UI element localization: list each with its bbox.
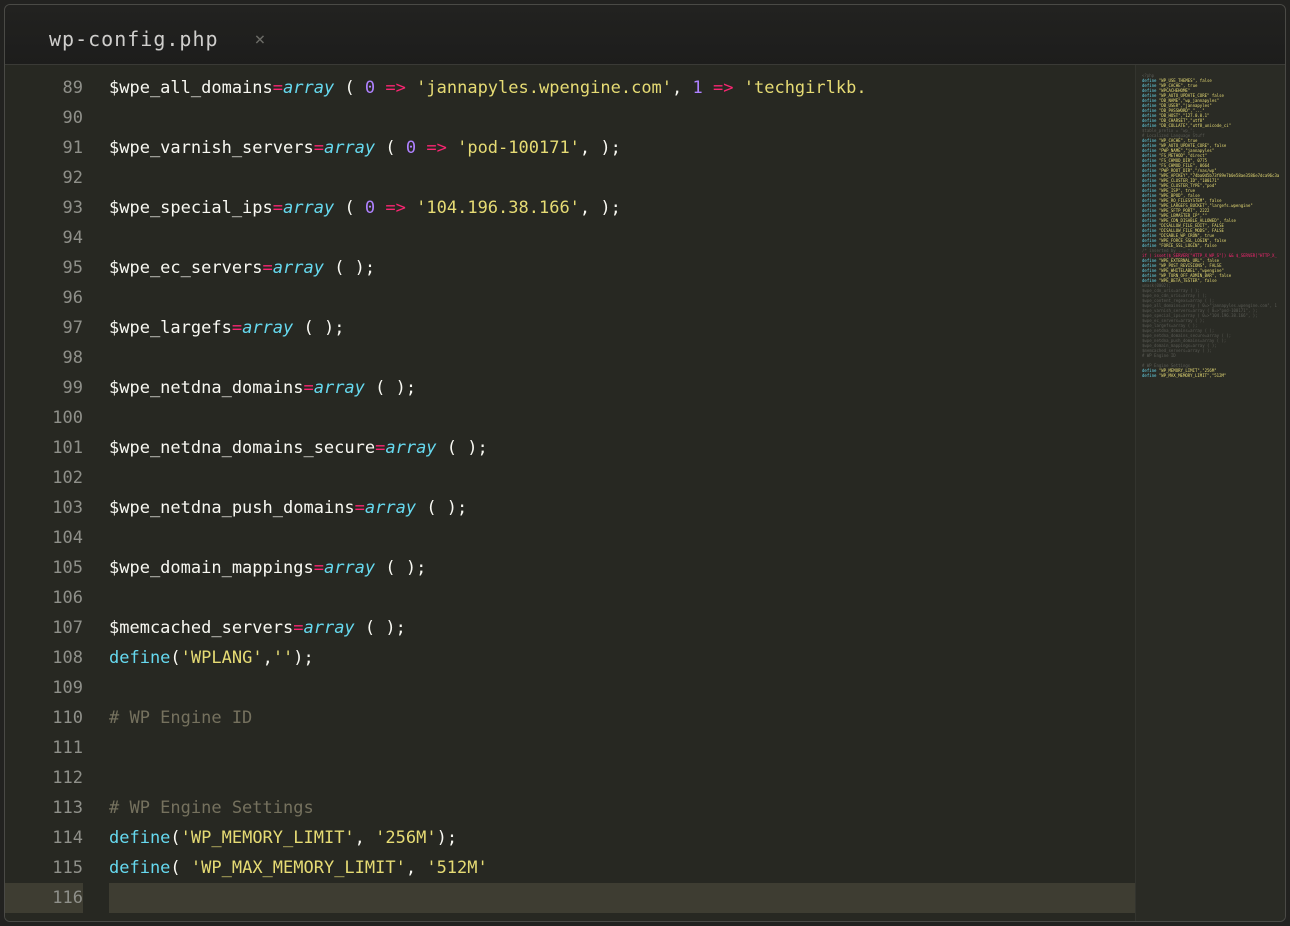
line-number: 90 xyxy=(5,103,83,133)
editor-main: 8990919293949596979899100101102103104105… xyxy=(5,65,1285,921)
code-area[interactable]: $wpe_all_domains=array ( 0 => 'jannapyle… xyxy=(91,65,1135,921)
line-number-gutter: 8990919293949596979899100101102103104105… xyxy=(5,65,91,921)
line-number: 97 xyxy=(5,313,83,343)
code-line xyxy=(109,103,1135,133)
line-number: 96 xyxy=(5,283,83,313)
tab-title: wp-config.php xyxy=(49,27,219,51)
line-number: 102 xyxy=(5,463,83,493)
line-number: 112 xyxy=(5,763,83,793)
code-line xyxy=(109,463,1135,493)
line-number: 105 xyxy=(5,553,83,583)
code-line: # WP Engine ID xyxy=(109,703,1135,733)
line-number: 113 xyxy=(5,793,83,823)
code-line: $wpe_largefs=array ( ); xyxy=(109,313,1135,343)
code-line: $wpe_special_ips=array ( 0 => '104.196.3… xyxy=(109,193,1135,223)
code-line xyxy=(109,403,1135,433)
code-line: define('WP_MEMORY_LIMIT', '256M'); xyxy=(109,823,1135,853)
code-line xyxy=(109,583,1135,613)
code-line xyxy=(109,733,1135,763)
line-number: 100 xyxy=(5,403,83,433)
line-number: 89 xyxy=(5,73,83,103)
line-number: 111 xyxy=(5,733,83,763)
line-number: 91 xyxy=(5,133,83,163)
line-number: 104 xyxy=(5,523,83,553)
file-tab[interactable]: wp-config.php × xyxy=(23,14,314,64)
code-line xyxy=(109,343,1135,373)
code-line: # WP Engine Settings xyxy=(109,793,1135,823)
line-number: 110 xyxy=(5,703,83,733)
code-line: $wpe_varnish_servers=array ( 0 => 'pod-1… xyxy=(109,133,1135,163)
code-line xyxy=(109,283,1135,313)
code-line xyxy=(109,673,1135,703)
code-line: $wpe_domain_mappings=array ( ); xyxy=(109,553,1135,583)
code-line xyxy=(109,763,1135,793)
line-number: 109 xyxy=(5,673,83,703)
line-number: 94 xyxy=(5,223,83,253)
code-line xyxy=(109,223,1135,253)
line-number: 116 xyxy=(5,883,83,913)
minimap[interactable]: <?php define "WP_USE_THEMES", false defi… xyxy=(1135,65,1285,921)
line-number: 115 xyxy=(5,853,83,883)
code-line xyxy=(109,523,1135,553)
line-number: 106 xyxy=(5,583,83,613)
code-line: $wpe_all_domains=array ( 0 => 'jannapyle… xyxy=(109,73,1135,103)
code-line xyxy=(109,163,1135,193)
line-number: 99 xyxy=(5,373,83,403)
line-number: 92 xyxy=(5,163,83,193)
editor-window: wp-config.php × 899091929394959697989910… xyxy=(4,4,1286,922)
code-line: $wpe_netdna_push_domains=array ( ); xyxy=(109,493,1135,523)
tab-bar: wp-config.php × xyxy=(5,5,1285,65)
code-line: $memcached_servers=array ( ); xyxy=(109,613,1135,643)
code-line: $wpe_ec_servers=array ( ); xyxy=(109,253,1135,283)
line-number: 93 xyxy=(5,193,83,223)
line-number: 103 xyxy=(5,493,83,523)
line-number: 108 xyxy=(5,643,83,673)
code-line: define('WPLANG',''); xyxy=(109,643,1135,673)
code-line xyxy=(109,883,1135,913)
code-line: $wpe_netdna_domains=array ( ); xyxy=(109,373,1135,403)
code-line: $wpe_netdna_domains_secure=array ( ); xyxy=(109,433,1135,463)
line-number: 98 xyxy=(5,343,83,373)
code-line: define( 'WP_MAX_MEMORY_LIMIT', '512M' xyxy=(109,853,1135,883)
line-number: 95 xyxy=(5,253,83,283)
line-number: 114 xyxy=(5,823,83,853)
close-icon[interactable]: × xyxy=(255,29,267,50)
line-number: 107 xyxy=(5,613,83,643)
line-number: 101 xyxy=(5,433,83,463)
